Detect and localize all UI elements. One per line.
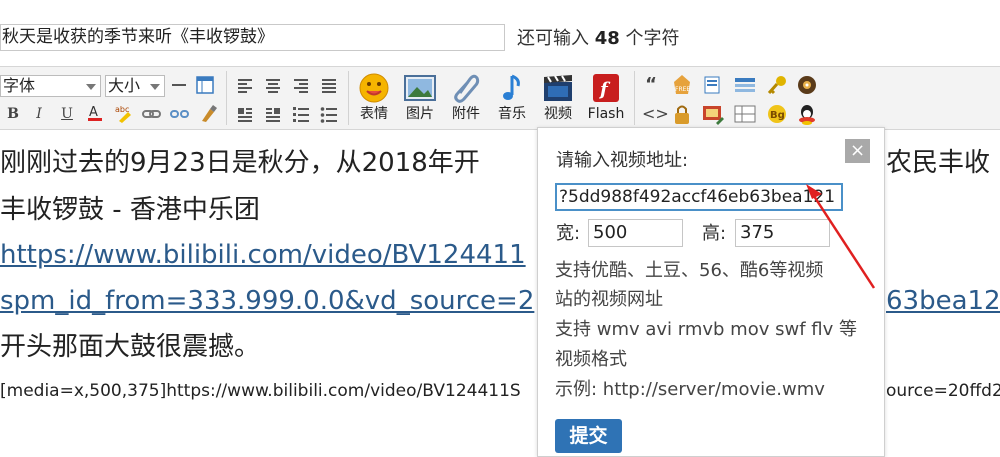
attachment-label: 附件	[452, 106, 480, 122]
insert-media-icon[interactable]	[702, 103, 724, 125]
remaining-suffix: 个字符	[625, 28, 680, 49]
align-left-icon[interactable]	[236, 76, 254, 94]
content-line-1-right: 农民丰收	[886, 148, 991, 178]
unordered-list-icon[interactable]	[320, 105, 338, 123]
index-icon[interactable]	[734, 75, 755, 93]
subject-input[interactable]: 秋天是收获的季节来听《丰收锣鼓》	[0, 24, 505, 51]
link-icon[interactable]	[142, 105, 161, 123]
remaining-count: 48	[594, 28, 620, 49]
help-text-4: 视频格式	[555, 349, 627, 370]
video-url-value: ?5dd988f492accf46eb63bea121	[559, 187, 836, 207]
emoticon-label: 表情	[360, 106, 388, 122]
lock-icon[interactable]	[672, 103, 690, 124]
width-label: 宽:	[556, 223, 581, 244]
size-select[interactable]: 大小	[105, 75, 165, 97]
image-label: 图片	[406, 106, 434, 122]
align-center-icon[interactable]	[264, 76, 282, 94]
bbcode-line-right: ource=20ffd2	[886, 381, 1000, 401]
justify-icon[interactable]	[320, 76, 338, 94]
underline-icon[interactable]: U	[58, 105, 76, 123]
video-label: 视频	[544, 106, 572, 122]
font-color-icon[interactable]: A	[86, 103, 104, 121]
help-text-5: 示例: http://server/movie.wmv	[555, 379, 825, 400]
emoticon-button[interactable]: 表情	[354, 73, 394, 122]
width-input[interactable]: 500	[588, 219, 683, 247]
content-line-1: 刚刚过去的9月23日是秋分，从2018年开	[0, 148, 480, 178]
paperclip-icon	[450, 73, 482, 103]
height-input[interactable]: 375	[735, 219, 830, 247]
image-icon	[404, 73, 436, 103]
bold-icon[interactable]: B	[4, 105, 22, 123]
media-disc-icon[interactable]	[796, 74, 816, 94]
password-key-icon[interactable]	[766, 74, 786, 95]
toolbar-separator	[634, 71, 635, 125]
svg-text:Bg: Bg	[770, 110, 785, 121]
flash-label: Flash	[587, 106, 625, 122]
page-icon[interactable]	[702, 75, 720, 94]
highlight-icon[interactable]: abc	[114, 103, 132, 123]
flash-button[interactable]: f Flash	[584, 73, 628, 122]
size-select-value: 大小	[108, 76, 141, 95]
music-label: 音乐	[498, 106, 526, 122]
horizontal-rule-icon[interactable]	[170, 76, 188, 94]
flash-icon: f	[590, 73, 622, 103]
grid-icon[interactable]	[734, 105, 756, 123]
float-left-icon[interactable]	[236, 105, 254, 123]
submit-button[interactable]: 提交	[555, 419, 622, 453]
editor-toolbar: 字体 大小 B I U A abc 表情 图片 附件 音乐 视频 f Flash…	[0, 66, 1000, 130]
remaining-chars: 还可输入 48 个字符	[517, 27, 680, 51]
close-icon[interactable]: ×	[845, 139, 870, 163]
ordered-list-icon[interactable]	[292, 105, 310, 123]
quote-icon[interactable]: “	[642, 76, 660, 94]
video-url-input[interactable]: ?5dd988f492accf46eb63bea121	[555, 183, 843, 211]
svg-text:abc: abc	[115, 105, 129, 114]
qq-icon[interactable]	[796, 103, 815, 125]
code-icon[interactable]: <>	[642, 105, 669, 123]
unlink-icon[interactable]	[170, 105, 189, 123]
svg-text:A: A	[89, 105, 98, 120]
music-button[interactable]: 音乐	[492, 73, 532, 122]
help-text-1: 支持优酷、土豆、56、酷6等视频	[555, 260, 824, 281]
table-icon[interactable]	[196, 76, 214, 94]
font-select[interactable]: 字体	[0, 75, 101, 97]
height-label: 高:	[702, 223, 727, 244]
bbcode-line: [media=x,500,375]https://www.bilibili.co…	[0, 381, 521, 401]
toolbar-separator	[226, 71, 227, 125]
svg-text:FREE: FREE	[675, 86, 690, 93]
attachment-button[interactable]: 附件	[446, 73, 486, 122]
help-text-3: 支持 wmv avi rmvb mov swf flv 等	[555, 319, 857, 340]
free-icon[interactable]: FREE	[672, 74, 690, 94]
float-right-icon[interactable]	[264, 105, 282, 123]
content-line-2: 丰收锣鼓 - 香港中乐团	[0, 195, 260, 225]
video-button[interactable]: 视频	[538, 73, 578, 122]
content-line-5: 开头那面大鼓很震撼。	[0, 332, 261, 362]
popup-title: 请输入视频地址:	[556, 150, 689, 171]
video-icon	[542, 73, 574, 103]
smiley-icon	[358, 73, 390, 103]
content-link-2[interactable]: spm_id_from=333.999.0.0&vd_source=2	[0, 284, 534, 318]
font-select-value: 字体	[3, 76, 36, 95]
content-link-1[interactable]: https://www.bilibili.com/video/BV124411	[0, 238, 526, 272]
remaining-prefix: 还可输入	[517, 28, 589, 49]
content-link-2-right[interactable]: 63bea12	[886, 284, 1000, 318]
image-button[interactable]: 图片	[400, 73, 440, 122]
align-right-icon[interactable]	[292, 76, 310, 94]
background-icon[interactable]: Bg	[766, 103, 786, 123]
toolbar-separator	[348, 71, 349, 125]
clear-format-icon[interactable]	[198, 103, 217, 122]
italic-icon[interactable]: I	[30, 105, 48, 123]
help-text-2: 站的视频网址	[555, 289, 663, 310]
music-note-icon	[496, 73, 528, 103]
